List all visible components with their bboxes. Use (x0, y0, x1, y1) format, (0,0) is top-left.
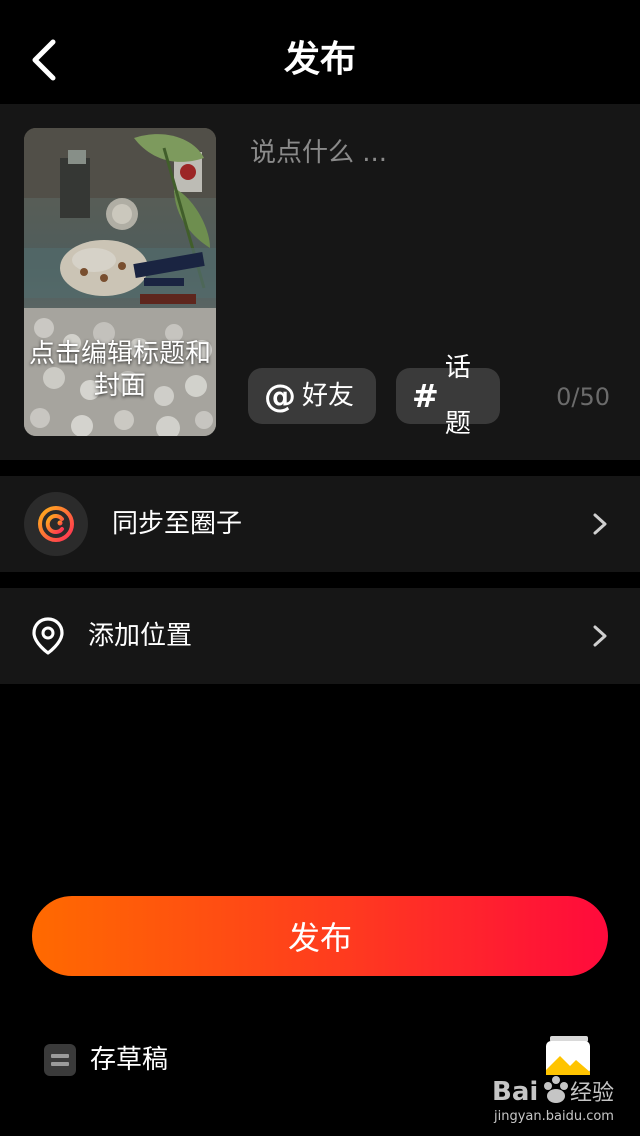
chevron-right-icon (593, 625, 607, 647)
svg-text:经验: 经验 (570, 1081, 614, 1106)
mention-friends-label: 好友 (302, 381, 355, 411)
publish-button-label: 发布 (287, 919, 352, 957)
add-topic-label: 话题 (444, 353, 471, 439)
svg-text:jingyan.baidu.com: jingyan.baidu.com (493, 1109, 614, 1124)
location-pin-icon (32, 617, 64, 655)
sync-to-circle-row[interactable]: 同步至圈子 (0, 476, 640, 572)
hashtag-icon: # (412, 377, 439, 415)
char-counter: 0/50 (556, 383, 610, 411)
add-location-row[interactable]: 添加位置 (0, 588, 640, 684)
add-topic-button[interactable]: # 话题 (396, 353, 500, 439)
cover-thumbnail[interactable]: 点击编辑标题和封面 (24, 128, 216, 436)
sync-to-circle-label: 同步至圈子 (112, 509, 243, 539)
save-draft-button[interactable]: 存草稿 (44, 1040, 168, 1080)
baidu-watermark-logo: Bai 经验 jingyan.baidu.com (492, 1076, 614, 1124)
svg-text:Bai: Bai (492, 1077, 538, 1107)
caption-input[interactable] (248, 130, 622, 354)
chevron-right-icon (593, 513, 607, 535)
circle-sync-icon (24, 492, 88, 556)
cover-edit-label: 点击编辑标题和封面 (28, 339, 211, 401)
save-draft-label: 存草稿 (90, 1045, 169, 1075)
publish-button[interactable]: 发布 (32, 896, 608, 976)
mention-friends-button[interactable]: @ 好友 (248, 368, 376, 424)
at-icon: @ (264, 377, 296, 415)
draft-icon (44, 1044, 76, 1076)
page-title: 发布 (283, 39, 356, 80)
add-location-label: 添加位置 (88, 621, 193, 651)
